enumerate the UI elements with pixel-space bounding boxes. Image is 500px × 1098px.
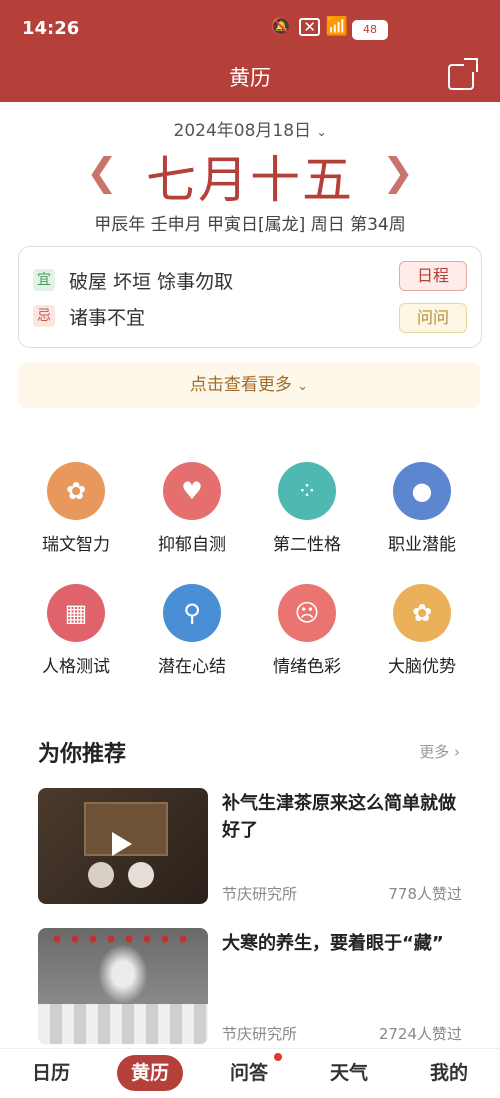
view-more-button[interactable]: 点击查看更多 ⌄ xyxy=(18,362,480,408)
wifi-icon: 📶 xyxy=(325,16,348,37)
tool-label: 情绪色彩 xyxy=(273,657,341,677)
article-source: 节庆研究所 xyxy=(222,1025,298,1043)
date-text: 2024年08月18日 xyxy=(173,121,312,141)
broken-heart-icon: ♥ xyxy=(163,462,221,520)
chevron-down-icon: ⌄ xyxy=(297,379,309,394)
tab-calendar[interactable]: 日历 xyxy=(28,1055,74,1091)
tool-item[interactable]: ✿ 瑞文智力 xyxy=(21,462,131,555)
tab-almanac[interactable]: 黄历 xyxy=(117,1055,183,1091)
battery-icon: 48 xyxy=(352,20,388,40)
tool-label: 人格测试 xyxy=(42,657,110,677)
tool-label: 潜在心结 xyxy=(158,657,226,677)
chevron-down-icon: ⌄ xyxy=(316,125,327,139)
ask-button[interactable]: 问问 xyxy=(399,303,467,333)
view-more-label: 点击查看更多 xyxy=(189,375,292,395)
recommend-more-link[interactable]: 更多 › xyxy=(419,741,460,762)
article-thumbnail xyxy=(38,928,208,1044)
sim-icon: ✕ xyxy=(299,18,320,36)
red-berries-image xyxy=(48,934,198,944)
mute-icon: 🔕 xyxy=(270,17,292,37)
tool-label: 抑郁自测 xyxy=(158,535,226,555)
play-icon[interactable] xyxy=(112,832,132,856)
article-title: 大寒的养生，要着眼于“藏” xyxy=(222,933,444,954)
schedule-button[interactable]: 日程 xyxy=(399,261,467,291)
tool-item[interactable]: ▦ 人格测试 xyxy=(21,584,131,677)
notification-dot xyxy=(274,1053,282,1061)
ji-tag: 忌 xyxy=(33,305,55,327)
yiji-card: 宜 破屋 坏垣 馀事勿取 忌 诸事不宜 日程 问问 xyxy=(18,246,482,348)
brain-icon: ✿ xyxy=(393,584,451,642)
bottom-tab-bar: 日历 黄历 问答 天气 我的 xyxy=(0,1048,500,1098)
tool-item[interactable]: ♥ 抑郁自测 xyxy=(137,462,247,555)
tool-item[interactable]: ⁘ 第二性格 xyxy=(252,462,362,555)
tab-weather[interactable]: 天气 xyxy=(326,1055,372,1091)
person-tie-icon: ● xyxy=(393,462,451,520)
page-title: 黄历 xyxy=(229,66,271,90)
ji-text: 诸事不宜 xyxy=(69,307,146,329)
article-card[interactable]: 大寒的养生，要着眼于“藏” 节庆研究所 2724人赞过 xyxy=(38,928,468,1044)
head-dots-icon: ⁘ xyxy=(278,462,336,520)
status-time: 14:26 xyxy=(22,18,80,39)
article-title: 补气生津茶原来这么简单就做好了 xyxy=(222,793,456,841)
status-bar: 14:26 🔕 ✕ 📶 48 xyxy=(0,0,500,58)
tab-mine[interactable]: 我的 xyxy=(426,1055,472,1091)
chevron-right-icon: › xyxy=(454,743,460,761)
yi-tag: 宜 xyxy=(33,269,55,291)
share-icon[interactable] xyxy=(448,64,474,90)
teacup-image xyxy=(128,862,154,888)
date-selector[interactable]: 2024年08月18日 ⌄ xyxy=(0,116,500,141)
tab-qa[interactable]: 问答 xyxy=(226,1055,272,1091)
brain-icon: ✿ xyxy=(47,462,105,520)
tool-item[interactable]: ● 职业潜能 xyxy=(367,462,477,555)
article-likes: 778人赞过 xyxy=(388,885,462,903)
recommend-more-label: 更多 xyxy=(419,743,450,761)
sad-file-icon: ☹ xyxy=(278,584,336,642)
article-card[interactable]: 补气生津茶原来这么简单就做好了 节庆研究所 778人赞过 xyxy=(38,788,468,904)
head-key-icon: ⚲ xyxy=(163,584,221,642)
tool-label: 大脑优势 xyxy=(388,657,456,677)
calligraphy-image xyxy=(98,944,148,1004)
tool-item[interactable]: ☹ 情绪色彩 xyxy=(252,584,362,677)
lunar-date: 七月十五 xyxy=(146,151,354,209)
ganzhi-info: 甲辰年 壬申月 甲寅日[属龙] 周日 第34周 xyxy=(94,215,406,235)
article-likes: 2724人赞过 xyxy=(378,1025,462,1043)
snow-tree-image xyxy=(38,1004,208,1044)
tool-label: 职业潜能 xyxy=(388,535,456,555)
tool-item[interactable]: ⚲ 潜在心结 xyxy=(137,584,247,677)
tool-item[interactable]: ✿ 大脑优势 xyxy=(367,584,477,677)
recommend-title: 为你推荐 xyxy=(38,742,127,767)
tool-label: 第二性格 xyxy=(273,535,341,555)
teacup-image xyxy=(88,862,114,888)
tool-label: 瑞文智力 xyxy=(42,535,110,555)
blocks-icon: ▦ xyxy=(47,584,105,642)
article-thumbnail xyxy=(38,788,208,904)
article-source: 节庆研究所 xyxy=(222,885,298,903)
yi-text: 破屋 坏垣 馀事勿取 xyxy=(69,271,234,293)
next-day-arrow-icon[interactable]: ❯ xyxy=(382,150,414,194)
top-bar: 黄历 xyxy=(0,58,500,102)
